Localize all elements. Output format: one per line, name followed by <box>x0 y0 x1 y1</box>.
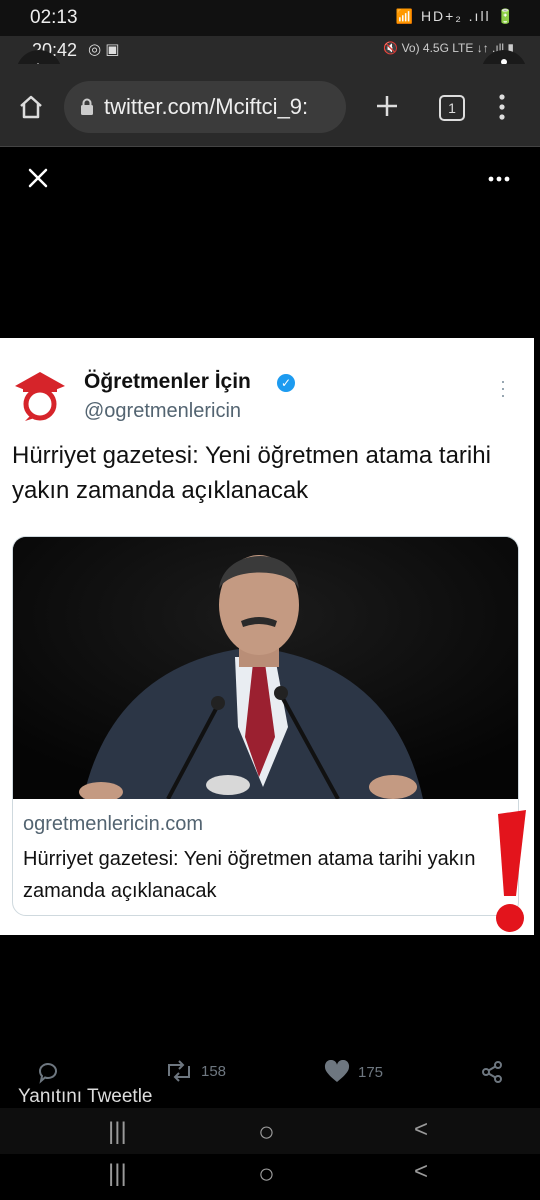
back-nav-button-outer[interactable]: < <box>414 1158 428 1186</box>
back-nav-button[interactable]: < <box>414 1116 428 1144</box>
status-bar-outer: 02:13 📶 HD+₂ .ıll 🔋 <box>0 0 540 36</box>
nav-bar-outer: ||| ○ < <box>0 1154 540 1200</box>
reply-icon <box>39 1063 57 1084</box>
recents-button[interactable]: ||| <box>108 1118 127 1146</box>
media-more-button[interactable] <box>488 162 510 188</box>
home-button[interactable] <box>18 94 44 125</box>
retweet-count: 158 <box>201 1062 227 1080</box>
like-icon <box>324 1060 350 1082</box>
close-icon[interactable] <box>24 166 52 194</box>
home-nav-button-outer[interactable]: ○ <box>258 1158 275 1190</box>
exclamation-mark-icon <box>496 810 526 932</box>
link-domain: ogretmenlericin.com <box>23 813 204 835</box>
status-icons-outer: 📶 HD+₂ .ıll 🔋 <box>395 8 516 24</box>
link-title: Hürriyet gazetesi: Yeni öğretmen atama t… <box>23 848 476 902</box>
recents-button-outer[interactable]: ||| <box>108 1160 127 1188</box>
ogretmenler-logo <box>15 372 65 421</box>
menu-dots-icon <box>499 94 505 120</box>
retweet-icon <box>168 1060 190 1082</box>
like-count: 175 <box>358 1063 384 1081</box>
share-icon <box>482 1061 502 1083</box>
more-horizontal-icon <box>488 176 510 182</box>
like-button[interactable]: 175 <box>324 1060 383 1084</box>
browser-toolbar: twitter.com/Mciftci_9: 1 <box>0 64 540 147</box>
tweet-text: Hürriyet gazetesi: Yeni öğretmen atama t… <box>12 442 491 504</box>
card-more-icon: · · · <box>500 371 506 405</box>
reply-prompt[interactable]: Yanıtını Tweetle <box>18 1086 153 1108</box>
lock-icon <box>81 98 93 115</box>
retweet-button[interactable]: 158 <box>165 1060 226 1082</box>
plus-icon <box>377 96 397 116</box>
reply-button[interactable] <box>36 1060 68 1084</box>
verified-badge-icon: ✓ <box>277 374 295 392</box>
share-button[interactable] <box>480 1060 512 1084</box>
display-name: Öğretmenler İçin <box>84 370 251 393</box>
address-bar[interactable]: twitter.com/Mciftci_9: <box>64 81 346 133</box>
status-icons-inner-left: ◎ ▣ <box>88 41 120 58</box>
new-tab-button[interactable] <box>375 94 399 123</box>
tweet-image[interactable]: Öğretmenler İçin ✓ @ogretmenlericin · · · … <box>0 338 534 935</box>
tab-switcher-button[interactable]: 1 <box>439 95 465 121</box>
browser-menu-button[interactable] <box>498 94 506 125</box>
url-text: twitter.com/Mciftci_9: <box>104 94 309 119</box>
status-time-outer: 02:13 <box>30 7 78 28</box>
link-preview-card: ogretmenlericin.com Hürriyet gazetesi: Y… <box>12 536 519 916</box>
nav-bar-inner: ||| ○ < <box>0 1108 540 1154</box>
status-bar-inner: 20:42 ◎ ▣ 🔇 Vo) 4.5G LTE ↓↑ .ıll ▮ <box>0 36 540 64</box>
user-handle: @ogretmenlericin <box>84 400 242 422</box>
home-icon <box>20 95 42 119</box>
home-nav-button[interactable]: ○ <box>258 1116 275 1148</box>
speaker-photo <box>13 537 518 799</box>
